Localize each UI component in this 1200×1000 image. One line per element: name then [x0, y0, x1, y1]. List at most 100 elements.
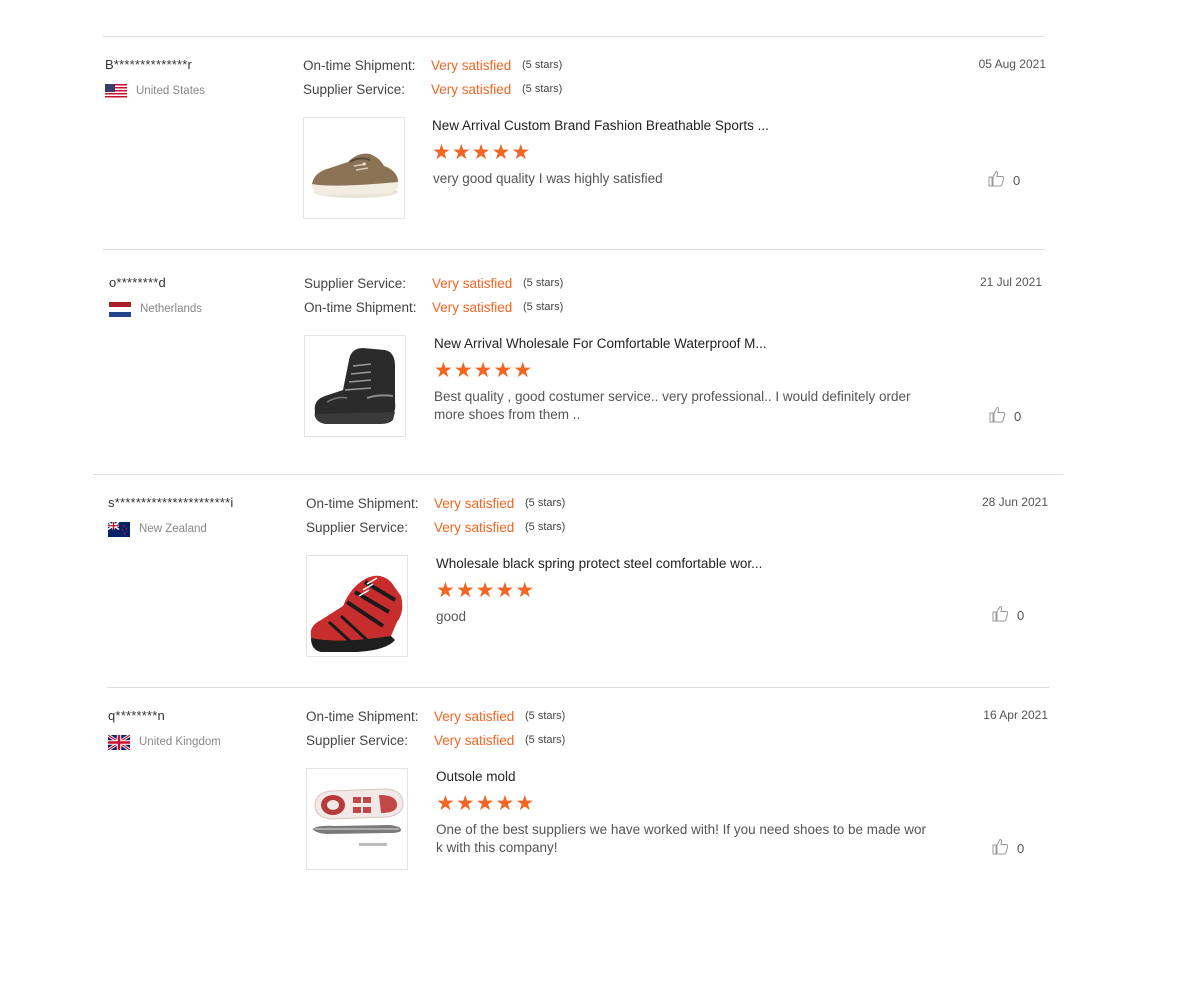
outsole-mold-icon — [307, 769, 407, 869]
star-rating: ★ ★ ★ ★ ★ — [436, 579, 535, 601]
rating-stars-text: (5 stars) — [522, 59, 563, 71]
rating-value: Very satisfied — [431, 57, 512, 73]
rating-row: On-time Shipment: Very satisfied (5 star… — [306, 494, 565, 512]
buyer-name: s**********************i — [108, 495, 234, 510]
like-button[interactable]: 0 — [989, 406, 1021, 426]
thumbs-up-icon — [992, 838, 1009, 858]
buyer-country: United States — [105, 82, 205, 100]
buyer-name: q********n — [108, 708, 165, 723]
star-icon: ★ — [475, 791, 495, 815]
rating-value: Very satisfied — [431, 81, 512, 97]
star-rating: ★ ★ ★ ★ ★ — [432, 141, 531, 163]
thumbs-up-icon — [989, 406, 1006, 426]
rating-value: Very satisfied — [432, 299, 513, 315]
star-icon: ★ — [475, 578, 495, 602]
review-comment: Best quality , good costumer service.. v… — [434, 389, 911, 422]
red-black-safety-shoe-icon — [310, 575, 403, 652]
nl-flag-icon — [109, 301, 131, 317]
product-title-link[interactable]: Wholesale black spring protect steel com… — [436, 556, 762, 571]
star-icon: ★ — [436, 791, 455, 815]
rating-stars-text: (5 stars) — [525, 497, 566, 509]
uk-flag-icon — [107, 733, 131, 751]
buyer-country: New Zealand — [107, 520, 207, 538]
rating-row: On-time Shipment: Very satisfied (5 star… — [306, 707, 565, 725]
rating-stars-text: (5 stars) — [525, 710, 566, 722]
buyer-country: Netherlands — [109, 300, 202, 318]
product-thumbnail[interactable] — [306, 768, 408, 870]
review-date: 28 Jun 2021 — [981, 495, 1048, 509]
rating-value: Very satisfied — [434, 708, 515, 724]
buyer-country: United Kingdom — [107, 733, 221, 751]
rating-value: Very satisfied — [432, 275, 513, 291]
rating-row: On-time Shipment: Very satisfied (5 star… — [303, 56, 562, 74]
rating-label: On-time Shipment: — [303, 57, 416, 73]
rating-value: Very satisfied — [434, 495, 515, 511]
buyer-name: o********d — [109, 275, 166, 290]
star-icon: ★ — [495, 578, 515, 602]
review-comment: very good quality I was highly satisfied — [433, 171, 663, 186]
product-title-link[interactable]: New Arrival Wholesale For Comfortable Wa… — [434, 336, 767, 351]
star-icon: ★ — [515, 578, 535, 602]
nz-flag-icon — [107, 520, 130, 537]
us-flag-icon — [105, 83, 127, 99]
rating-label: Supplier Service: — [303, 81, 406, 97]
star-rating: ★ ★ ★ ★ ★ — [434, 359, 533, 381]
like-count: 0 — [1017, 607, 1025, 623]
rating-row: Supplier Service: Very satisfied (5 star… — [306, 518, 565, 536]
product-thumbnail[interactable] — [303, 117, 405, 219]
rating-value: Very satisfied — [434, 732, 515, 748]
review-date: 16 Apr 2021 — [983, 708, 1048, 722]
country-name: Netherlands — [140, 303, 203, 315]
rating-row: On-time Shipment: Very satisfied (5 star… — [304, 298, 563, 316]
rating-stars-text: (5 stars) — [522, 83, 563, 95]
review-item: o********d Netherlands Supplier Service:… — [109, 255, 1042, 455]
rating-label: Supplier Service: — [306, 732, 409, 748]
star-icon: ★ — [515, 791, 535, 815]
rating-row: Supplier Service: Very satisfied (5 star… — [303, 80, 562, 98]
rating-stars-text: (5 stars) — [525, 521, 566, 533]
black-hiking-boot-icon — [314, 348, 396, 424]
like-button[interactable]: 0 — [988, 170, 1020, 190]
rating-stars-text: (5 stars) — [525, 734, 566, 746]
star-icon: ★ — [495, 791, 515, 815]
star-icon: ★ — [436, 578, 455, 602]
divider — [103, 249, 1045, 250]
star-icon: ★ — [513, 358, 533, 382]
rating-label: Supplier Service: — [304, 275, 407, 291]
country-name: New Zealand — [139, 523, 207, 535]
star-icon: ★ — [471, 140, 491, 164]
star-icon: ★ — [473, 358, 493, 382]
product-title-link[interactable]: Outsole mold — [436, 769, 516, 784]
rating-label: On-time Shipment: — [306, 708, 419, 724]
review-date: 21 Jul 2021 — [979, 275, 1042, 289]
like-button[interactable]: 0 — [992, 605, 1024, 625]
product-thumbnail[interactable] — [306, 555, 408, 657]
brown-canvas-shoe-icon — [312, 153, 398, 198]
buyer-name: B**************r — [105, 57, 193, 72]
like-button[interactable]: 0 — [992, 838, 1024, 858]
rating-label: On-time Shipment: — [304, 299, 417, 315]
rating-row: Supplier Service: Very satisfied (5 star… — [304, 274, 563, 292]
star-icon: ★ — [455, 791, 475, 815]
star-icon: ★ — [432, 140, 451, 164]
star-icon: ★ — [511, 140, 531, 164]
rating-value: Very satisfied — [434, 519, 515, 535]
star-icon: ★ — [451, 140, 471, 164]
star-rating: ★ ★ ★ ★ ★ — [436, 792, 535, 814]
review-item: q********n United Kingdom On-time Shipme… — [107, 688, 1048, 888]
review-comment: One of the best suppliers we have worked… — [436, 822, 927, 855]
thumbs-up-icon — [988, 170, 1005, 190]
rating-label: On-time Shipment: — [306, 495, 419, 511]
star-icon: ★ — [455, 578, 475, 602]
rating-row: Supplier Service: Very satisfied (5 star… — [306, 731, 565, 749]
like-count: 0 — [1014, 408, 1022, 424]
like-count: 0 — [1013, 172, 1021, 188]
star-icon: ★ — [493, 358, 513, 382]
star-icon: ★ — [453, 358, 473, 382]
product-title-link[interactable]: New Arrival Custom Brand Fashion Breatha… — [432, 118, 769, 133]
star-icon: ★ — [434, 358, 453, 382]
product-thumbnail[interactable] — [304, 335, 406, 437]
rating-stars-text: (5 stars) — [523, 277, 564, 289]
review-date: 05 Aug 2021 — [978, 57, 1046, 71]
like-count: 0 — [1017, 840, 1025, 856]
